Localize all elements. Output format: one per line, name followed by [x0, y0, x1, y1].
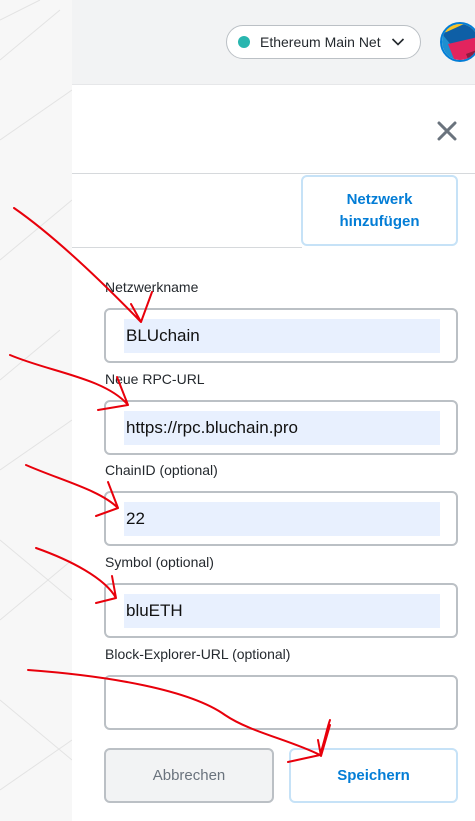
- rpc-url-input[interactable]: https://rpc.bluchain.pro: [104, 400, 458, 455]
- chain-id-label: ChainID (optional): [105, 462, 218, 478]
- symbol-input[interactable]: bluETH: [104, 583, 458, 638]
- divider: [72, 247, 302, 248]
- block-explorer-url-input[interactable]: [104, 675, 458, 730]
- avatar-identicon: [442, 24, 475, 60]
- block-explorer-url-label: Block-Explorer-URL (optional): [105, 646, 291, 662]
- network-name-label: Netzwerkname: [105, 279, 199, 295]
- chain-id-value: 22: [124, 502, 440, 536]
- divider: [72, 173, 475, 174]
- save-button[interactable]: Speichern: [289, 748, 458, 803]
- chain-id-input[interactable]: 22: [104, 491, 458, 546]
- cancel-button[interactable]: Abbrechen: [104, 748, 274, 803]
- close-icon[interactable]: [434, 118, 460, 144]
- save-label: Speichern: [337, 767, 410, 784]
- network-name-input[interactable]: BLUchain: [104, 308, 458, 363]
- add-network-button[interactable]: Netzwerk hinzufügen: [301, 175, 458, 246]
- network-status-dot: [238, 36, 250, 48]
- chevron-down-icon: [391, 37, 405, 47]
- symbol-value: bluETH: [124, 594, 440, 628]
- rpc-url-value: https://rpc.bluchain.pro: [124, 411, 440, 445]
- network-label: Ethereum Main Net: [260, 34, 381, 50]
- network-selector[interactable]: Ethereum Main Net: [226, 25, 421, 59]
- cancel-label: Abbrechen: [152, 767, 226, 784]
- add-network-label: Netzwerk hinzufügen: [339, 190, 420, 230]
- app-header: Ethereum Main Net: [72, 0, 475, 85]
- background-pattern: [0, 0, 72, 791]
- network-name-value: BLUchain: [124, 319, 440, 353]
- symbol-label: Symbol (optional): [105, 554, 214, 570]
- background-pane: [0, 0, 72, 821]
- account-avatar[interactable]: [440, 22, 475, 62]
- rpc-url-label: Neue RPC-URL: [105, 371, 205, 387]
